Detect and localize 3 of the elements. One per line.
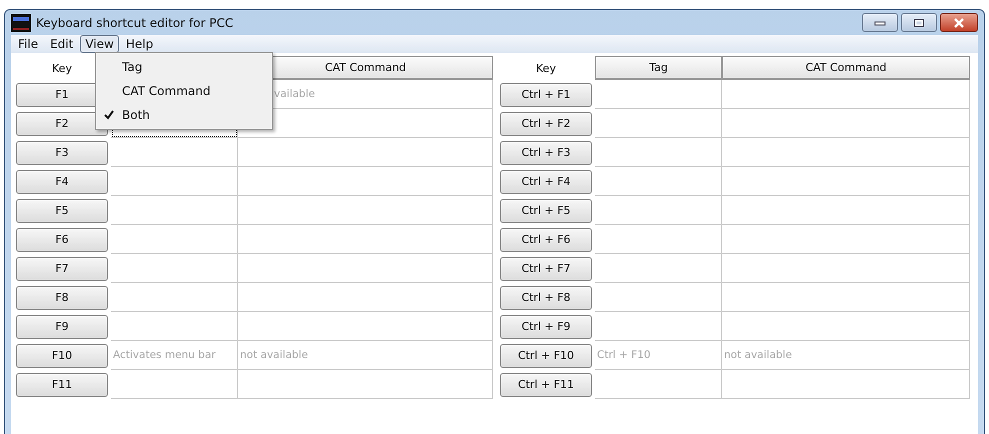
column-header: Key	[535, 60, 557, 76]
window-title: Keyboard shortcut editor for PCC	[36, 16, 234, 30]
column-header: Key	[51, 60, 73, 76]
